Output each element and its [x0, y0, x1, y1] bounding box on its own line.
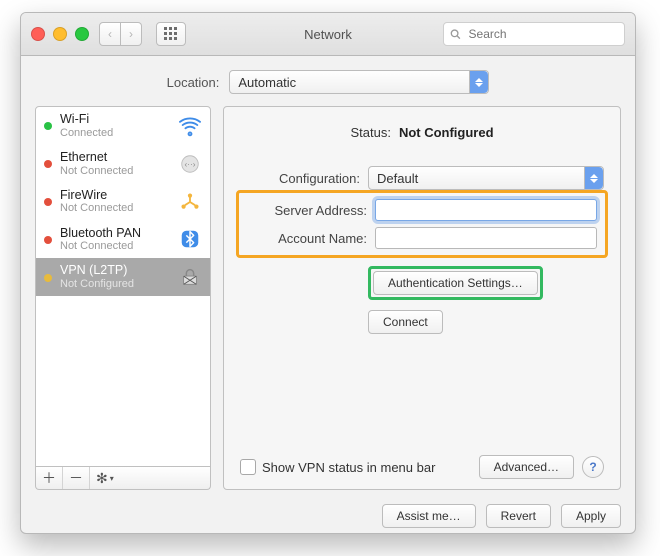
service-name: FireWire: [60, 189, 170, 203]
sidebar-item-bluetooth-pan[interactable]: Bluetooth PAN Not Connected: [36, 221, 210, 259]
location-label: Location:: [167, 75, 220, 90]
server-address-input[interactable]: [375, 199, 597, 221]
status-dot-icon: [44, 274, 52, 282]
search-input[interactable]: [467, 26, 618, 42]
chevron-left-icon: ‹: [108, 27, 112, 41]
detail-panel: Status: Not Configured Configuration: De…: [223, 106, 621, 490]
service-name: Bluetooth PAN: [60, 227, 170, 241]
vpn-lock-icon: [178, 265, 202, 289]
window-controls: [31, 27, 89, 41]
footer: Assist me… Revert Apply: [21, 504, 635, 534]
popup-arrows-icon: [469, 71, 488, 93]
advanced-row: Show VPN status in menu bar Advanced… ?: [240, 455, 604, 479]
plus-icon: ＋: [42, 468, 56, 488]
sidebar-item-firewire[interactable]: FireWire Not Connected: [36, 183, 210, 221]
show-all-button[interactable]: [156, 22, 186, 46]
service-name: Wi-Fi: [60, 113, 170, 127]
sidebar-item-wifi[interactable]: Wi-Fi Connected: [36, 107, 210, 145]
wifi-icon: [178, 114, 202, 138]
service-status: Connected: [60, 127, 170, 139]
popup-arrows-icon: [584, 167, 603, 189]
account-name-label: Account Name:: [247, 231, 367, 246]
help-icon: ?: [589, 460, 596, 474]
close-window-button[interactable]: [31, 27, 45, 41]
show-vpn-in-menubar-checkbox[interactable]: [240, 459, 256, 475]
server-address-row: Server Address:: [247, 199, 597, 221]
show-vpn-in-menubar-row: Show VPN status in menu bar: [240, 459, 435, 475]
minus-icon: －: [69, 468, 83, 488]
sidebar: Wi-Fi Connected Ethernet Not Connected ‹…: [35, 106, 211, 490]
revert-button[interactable]: Revert: [486, 504, 551, 528]
body: Wi-Fi Connected Ethernet Not Connected ‹…: [21, 106, 635, 504]
service-actions-button[interactable]: ✻▾: [90, 467, 120, 489]
search-icon: [450, 28, 461, 40]
status-dot-icon: [44, 122, 52, 130]
server-address-label: Server Address:: [247, 203, 367, 218]
status-label: Status:: [350, 125, 390, 140]
configuration-value: Default: [377, 171, 418, 186]
status-dot-icon: [44, 236, 52, 244]
assist-me-button[interactable]: Assist me…: [382, 504, 476, 528]
location-value: Automatic: [238, 75, 296, 90]
sidebar-toolbar: ＋ － ✻▾: [35, 467, 211, 490]
server-account-highlight: Server Address: Account Name:: [236, 190, 608, 258]
zoom-window-button[interactable]: [75, 27, 89, 41]
gear-icon: ✻: [96, 470, 108, 487]
service-status: Not Connected: [60, 202, 170, 214]
grid-icon: [164, 27, 178, 41]
add-service-button[interactable]: ＋: [36, 467, 63, 489]
bluetooth-icon: [178, 227, 202, 251]
service-name: Ethernet: [60, 151, 170, 165]
chevron-down-icon: ▾: [110, 474, 114, 483]
sidebar-item-vpn-l2tp[interactable]: VPN (L2TP) Not Configured: [36, 258, 210, 296]
chevron-right-icon: ›: [129, 27, 133, 41]
status-dot-icon: [44, 160, 52, 168]
titlebar: ‹ › Network: [21, 13, 635, 56]
remove-service-button[interactable]: －: [63, 467, 90, 489]
back-button[interactable]: ‹: [99, 22, 121, 46]
configuration-popup[interactable]: Default: [368, 166, 604, 190]
connect-button[interactable]: Connect: [368, 310, 443, 334]
nav-back-forward: ‹ ›: [99, 22, 142, 46]
sidebar-item-ethernet[interactable]: Ethernet Not Connected ‹··›: [36, 145, 210, 183]
vpn-form: Configuration: Default Server Address: A…: [240, 166, 604, 334]
ethernet-icon: ‹··›: [178, 152, 202, 176]
search-field[interactable]: [443, 22, 625, 46]
advanced-button[interactable]: Advanced…: [479, 455, 574, 479]
show-vpn-in-menubar-label: Show VPN status in menu bar: [262, 460, 435, 475]
location-popup[interactable]: Automatic: [229, 70, 489, 94]
service-status: Not Connected: [60, 165, 170, 177]
firewire-icon: [178, 190, 202, 214]
service-status: Not Configured: [60, 278, 170, 290]
status-row: Status: Not Configured: [240, 125, 604, 140]
connect-row: Connect: [240, 310, 604, 334]
auth-settings-highlight: Authentication Settings…: [368, 266, 543, 300]
status-value: Not Configured: [399, 125, 494, 140]
forward-button[interactable]: ›: [121, 22, 142, 46]
account-name-input[interactable]: [375, 227, 597, 249]
auth-settings-button[interactable]: Authentication Settings…: [373, 271, 538, 295]
minimize-window-button[interactable]: [53, 27, 67, 41]
account-name-row: Account Name:: [247, 227, 597, 249]
service-name: VPN (L2TP): [60, 264, 170, 278]
service-status: Not Connected: [60, 240, 170, 252]
configuration-row: Configuration: Default: [240, 166, 604, 190]
svg-text:‹··›: ‹··›: [185, 160, 196, 169]
network-prefs-window: ‹ › Network Location: Automatic: [20, 12, 636, 534]
location-row: Location: Automatic: [21, 56, 635, 106]
apply-button[interactable]: Apply: [561, 504, 621, 528]
help-button[interactable]: ?: [582, 456, 604, 478]
auth-settings-row: Authentication Settings…: [240, 266, 604, 300]
service-list: Wi-Fi Connected Ethernet Not Connected ‹…: [35, 106, 211, 467]
status-dot-icon: [44, 198, 52, 206]
configuration-label: Configuration:: [240, 171, 360, 186]
